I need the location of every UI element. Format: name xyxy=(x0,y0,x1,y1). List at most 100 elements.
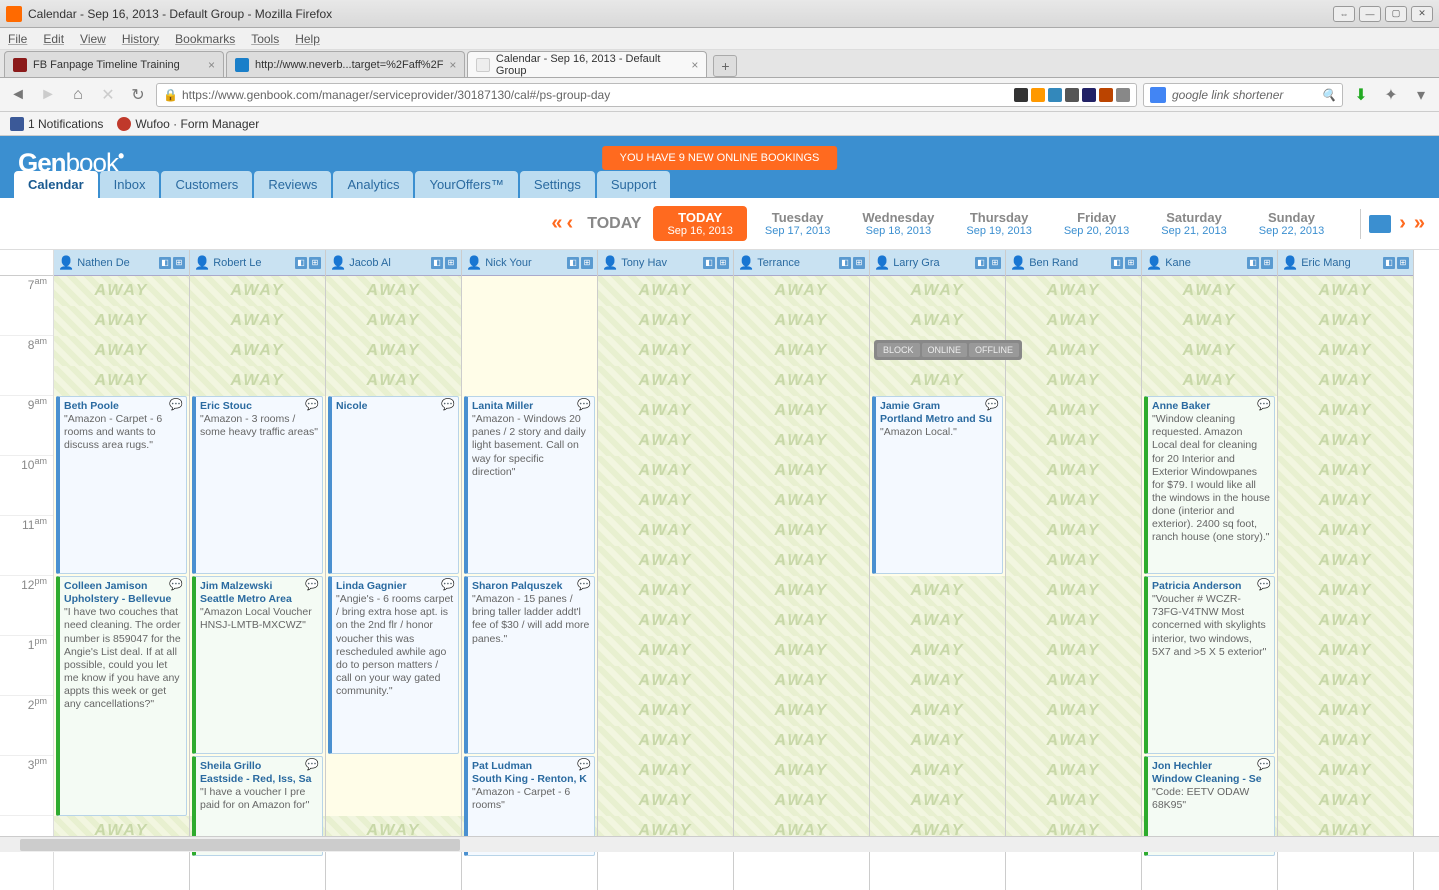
menu-tools[interactable]: Tools xyxy=(251,32,279,46)
menu-bookmarks[interactable]: Bookmarks xyxy=(175,32,235,46)
nav-tab-support[interactable]: Support xyxy=(597,171,671,198)
prev-day-icon[interactable]: ‹ xyxy=(567,212,574,235)
nav-forward-button[interactable]: ► xyxy=(36,83,60,107)
block-online-offline-popup[interactable]: BLOCKONLINEOFFLINE xyxy=(874,340,1022,360)
day-button[interactable]: TODAY Sep 16, 2013 xyxy=(653,206,746,241)
day-button[interactable]: Sunday Sep 22, 2013 xyxy=(1245,206,1338,241)
staff-body[interactable]: AWAYAWAYAWAYAWAYAWAYAWAYAWAYAWAYAWAYAWAY… xyxy=(190,276,325,890)
staff-header-icons[interactable]: ◧⊞ xyxy=(839,257,865,269)
staff-header-icons[interactable]: ◧⊞ xyxy=(703,257,729,269)
new-bookings-banner[interactable]: YOU HAVE 9 NEW ONLINE BOOKINGS xyxy=(602,146,838,170)
browser-tab[interactable]: Calendar - Sep 16, 2013 - Default Group … xyxy=(467,51,707,77)
menu-view[interactable]: View xyxy=(80,32,106,46)
day-button[interactable]: Thursday Sep 19, 2013 xyxy=(952,206,1045,241)
browser-tab[interactable]: http://www.neverb...target=%2Faff%2F × xyxy=(226,51,465,77)
new-tab-button[interactable]: + xyxy=(713,55,737,77)
menu-dropdown-icon[interactable]: ▾ xyxy=(1409,83,1433,107)
away-slot: AWAY xyxy=(734,786,869,816)
appointment[interactable]: 💬 Nicole xyxy=(328,396,459,574)
window-minimize-button[interactable]: — xyxy=(1359,6,1381,22)
download-icon[interactable]: ⬇ xyxy=(1349,83,1373,107)
staff-header[interactable]: 👤 Nick Your ◧⊞ xyxy=(462,250,597,276)
window-restore-button[interactable]: ⇔ xyxy=(1333,6,1355,22)
day-button[interactable]: Saturday Sep 21, 2013 xyxy=(1147,206,1240,241)
staff-body[interactable]: AWAYAWAYAWAYAWAYAWAYAWAYAWAYAWAYAWAYAWAY… xyxy=(1142,276,1277,890)
close-icon[interactable]: × xyxy=(443,58,456,72)
menu-history[interactable]: History xyxy=(122,32,159,46)
next-week-icon[interactable]: » xyxy=(1414,212,1425,235)
nav-home-button[interactable]: ⌂ xyxy=(66,83,90,107)
day-button[interactable]: Friday Sep 20, 2013 xyxy=(1050,206,1143,241)
appointment[interactable]: 💬 Beth Poole "Amazon - Carpet - 6 rooms … xyxy=(56,396,187,574)
appointment[interactable]: 💬 Anne Baker "Window cleaning requested.… xyxy=(1144,396,1275,574)
staff-body[interactable]: AWAYAWAYAWAYAWAYAWAYAWAYAWAYAWAYAWAYAWAY… xyxy=(462,276,597,890)
staff-header[interactable]: 👤 Tony Hav ◧⊞ xyxy=(598,250,733,276)
nav-tab-youroffers[interactable]: YourOffers™ xyxy=(415,171,517,198)
nav-tab-reviews[interactable]: Reviews xyxy=(254,171,331,198)
appointment[interactable]: 💬 Colleen Jamison Upholstery - Bellevue … xyxy=(56,576,187,816)
nav-stop-button[interactable]: ✕ xyxy=(96,83,120,107)
appointment[interactable]: 💬 Lanita Miller "Amazon - Windows 20 pan… xyxy=(464,396,595,574)
bookmark-item[interactable]: 1 Notifications xyxy=(10,117,103,131)
nav-tab-inbox[interactable]: Inbox xyxy=(100,171,160,198)
staff-header[interactable]: 👤 Nathen De ◧⊞ xyxy=(54,250,189,276)
appointment[interactable]: 💬 Jim Malzewski Seattle Metro Area "Amaz… xyxy=(192,576,323,754)
menu-edit[interactable]: Edit xyxy=(43,32,64,46)
url-bar[interactable]: 🔒 https://www.genbook.com/manager/servic… xyxy=(156,83,1137,107)
appointment[interactable]: 💬 Jamie Gram Portland Metro and Su "Amaz… xyxy=(872,396,1003,574)
window-close-button[interactable]: ✕ xyxy=(1411,6,1433,22)
staff-body[interactable]: AWAYAWAYAWAYAWAYAWAYAWAYAWAYAWAYAWAYAWAY… xyxy=(734,276,869,890)
nav-reload-button[interactable]: ↻ xyxy=(126,83,150,107)
nav-tab-customers[interactable]: Customers xyxy=(161,171,252,198)
staff-header-icons[interactable]: ◧⊞ xyxy=(1111,257,1137,269)
staff-header-icons[interactable]: ◧⊞ xyxy=(1383,257,1409,269)
staff-header[interactable]: 👤 Eric Mang ◧⊞ xyxy=(1278,250,1413,276)
staff-header[interactable]: 👤 Robert Le ◧⊞ xyxy=(190,250,325,276)
staff-body[interactable]: AWAYAWAYAWAYAWAYAWAYAWAYAWAYAWAYAWAYAWAY… xyxy=(870,276,1005,890)
window-maximize-button[interactable]: ▢ xyxy=(1385,6,1407,22)
staff-header[interactable]: 👤 Larry Gra ◧⊞ xyxy=(870,250,1005,276)
appointment[interactable]: 💬 Patricia Anderson "Voucher # WCZR-73FG… xyxy=(1144,576,1275,754)
staff-header-icons[interactable]: ◧⊞ xyxy=(431,257,457,269)
staff-body[interactable]: AWAYAWAYAWAYAWAYAWAYAWAYAWAYAWAYAWAYAWAY… xyxy=(598,276,733,890)
staff-header-icons[interactable]: ◧⊞ xyxy=(975,257,1001,269)
today-label[interactable]: TODAY xyxy=(587,215,641,233)
staff-body[interactable]: AWAYAWAYAWAYAWAYAWAYAWAYAWAYAWAYAWAYAWAY… xyxy=(326,276,461,890)
appointment-note: "Angie's - 6 rooms carpet / bring extra … xyxy=(336,593,453,697)
staff-body[interactable]: AWAYAWAYAWAYAWAYAWAYAWAYAWAYAWAYAWAYAWAY… xyxy=(1006,276,1141,890)
nav-back-button[interactable]: ◄ xyxy=(6,83,30,107)
calendar-view-icon[interactable] xyxy=(1369,215,1391,233)
prev-week-icon[interactable]: « xyxy=(551,212,562,235)
close-icon[interactable]: × xyxy=(202,58,215,72)
popup-option[interactable]: BLOCK xyxy=(877,343,920,357)
staff-header[interactable]: 👤 Ben Rand ◧⊞ xyxy=(1006,250,1141,276)
nav-tab-analytics[interactable]: Analytics xyxy=(333,171,413,198)
nav-tab-settings[interactable]: Settings xyxy=(520,171,595,198)
day-button[interactable]: Wednesday Sep 18, 2013 xyxy=(848,206,948,241)
staff-header[interactable]: 👤 Kane ◧⊞ xyxy=(1142,250,1277,276)
staff-header[interactable]: 👤 Jacob Al ◧⊞ xyxy=(326,250,461,276)
staff-header-icons[interactable]: ◧⊞ xyxy=(1247,257,1273,269)
close-icon[interactable]: × xyxy=(685,58,698,72)
addon-icon[interactable]: ✦ xyxy=(1379,83,1403,107)
appointment[interactable]: 💬 Eric Stouc "Amazon - 3 rooms / some he… xyxy=(192,396,323,574)
staff-header-icons[interactable]: ◧⊞ xyxy=(567,257,593,269)
staff-body[interactable]: AWAYAWAYAWAYAWAYAWAYAWAYAWAYAWAYAWAYAWAY… xyxy=(1278,276,1413,890)
day-button[interactable]: Tuesday Sep 17, 2013 xyxy=(751,206,844,241)
popup-option[interactable]: OFFLINE xyxy=(969,343,1019,357)
bookmark-item[interactable]: Wufoo · Form Manager xyxy=(117,117,259,131)
staff-body[interactable]: AWAYAWAYAWAYAWAYAWAYAWAYAWAYAWAYAWAYAWAY… xyxy=(54,276,189,890)
appointment[interactable]: 💬 Linda Gagnier "Angie's - 6 rooms carpe… xyxy=(328,576,459,754)
browser-search-box[interactable]: google link shortener 🔍 xyxy=(1143,83,1343,107)
menu-help[interactable]: Help xyxy=(295,32,320,46)
staff-header-icons[interactable]: ◧⊞ xyxy=(159,257,185,269)
horizontal-scrollbar[interactable] xyxy=(0,836,1439,852)
menu-file[interactable]: File xyxy=(8,32,27,46)
staff-header-icons[interactable]: ◧⊞ xyxy=(295,257,321,269)
nav-tab-calendar[interactable]: Calendar xyxy=(14,171,98,198)
next-day-icon[interactable]: › xyxy=(1399,212,1406,235)
popup-option[interactable]: ONLINE xyxy=(922,343,968,357)
staff-header[interactable]: 👤 Terrance ◧⊞ xyxy=(734,250,869,276)
browser-tab[interactable]: FB Fanpage Timeline Training × xyxy=(4,51,224,77)
appointment[interactable]: 💬 Sharon Palquszek "Amazon - 15 panes / … xyxy=(464,576,595,754)
